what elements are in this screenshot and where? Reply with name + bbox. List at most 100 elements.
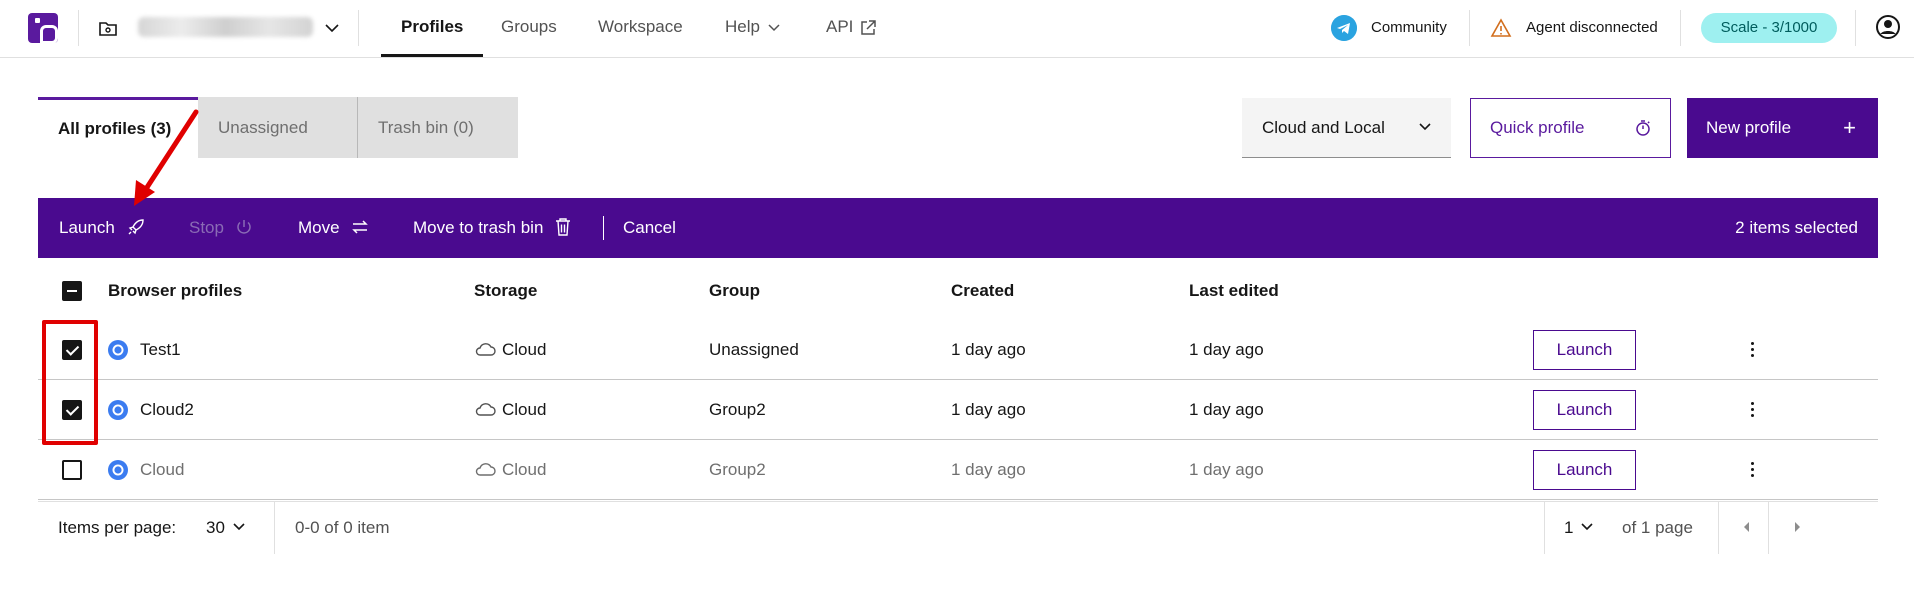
top-bar: Profiles Groups Workspace Help API Commu… — [0, 0, 1914, 58]
chevron-down-icon — [768, 23, 780, 31]
stop-button[interactable]: Stop — [189, 198, 253, 258]
item-range: 0-0 of 0 item — [295, 518, 390, 537]
page-value: 1 — [1564, 518, 1574, 537]
nav-workspace[interactable]: Workspace — [598, 0, 683, 57]
storage-filter-dropdown[interactable]: Cloud and Local — [1242, 98, 1451, 158]
nav-profiles[interactable]: Profiles — [381, 0, 484, 57]
caret-right-icon — [1795, 522, 1800, 533]
agent-status: Agent disconnected — [1526, 19, 1658, 36]
launch-button[interactable]: Launch — [59, 198, 146, 258]
divider — [1718, 502, 1719, 554]
tab-trash-bin[interactable]: Trash bin (0) — [358, 97, 518, 158]
new-profile-button[interactable]: New profile + — [1687, 98, 1878, 158]
divider — [274, 502, 275, 554]
warning-icon — [1490, 18, 1512, 37]
divider — [358, 10, 359, 46]
chrome-browser-icon — [108, 400, 128, 420]
group-cell: Group2 — [709, 400, 766, 419]
external-link-icon — [861, 19, 877, 35]
row-checkbox[interactable] — [62, 460, 82, 480]
stopwatch-icon — [1636, 120, 1650, 136]
workspace-name-blurred[interactable] — [138, 17, 313, 37]
storage-value: Cloud — [502, 460, 547, 479]
cancel-button[interactable]: Cancel — [623, 198, 676, 258]
profile-name[interactable]: Cloud2 — [140, 380, 194, 440]
previous-page-button[interactable] — [1736, 502, 1754, 554]
chevron-down-icon — [233, 523, 245, 531]
more-options-icon[interactable] — [1751, 342, 1755, 358]
storage-value: Cloud — [502, 340, 547, 359]
quick-profile-label: Quick profile — [1490, 118, 1585, 137]
scale-badge[interactable]: Scale - 3/1000 — [1701, 13, 1837, 43]
selection-count: 2 items selected — [1735, 218, 1858, 237]
table-row[interactable]: Cloud2 Cloud Group2 1 day ago 1 day ago … — [38, 380, 1878, 440]
community-link[interactable]: Community — [1371, 18, 1447, 38]
chevron-down-icon — [1581, 523, 1594, 531]
chrome-browser-icon — [108, 460, 128, 480]
storage-filter-value: Cloud and Local — [1262, 118, 1385, 137]
storage-cell: Cloud — [474, 320, 546, 380]
row-launch-button[interactable]: Launch — [1533, 390, 1636, 430]
chrome-browser-icon — [108, 340, 128, 360]
table-row[interactable]: Cloud Cloud Group2 1 day ago 1 day ago L… — [38, 440, 1878, 500]
storage-cell: Cloud — [474, 440, 546, 500]
chevron-down-icon[interactable] — [322, 18, 342, 38]
more-options-icon[interactable] — [1751, 462, 1755, 478]
stop-label: Stop — [189, 218, 224, 237]
cloud-icon — [475, 343, 496, 356]
rocket-icon — [128, 219, 144, 235]
items-per-page-value: 30 — [206, 518, 225, 537]
column-header-last-edited[interactable]: Last edited — [1189, 280, 1279, 302]
divider — [1855, 10, 1856, 46]
created-cell: 1 day ago — [951, 460, 1026, 479]
divider — [78, 10, 79, 46]
profile-name[interactable]: Test1 — [140, 320, 181, 380]
edited-cell: 1 day ago — [1189, 460, 1264, 479]
row-launch-button[interactable]: Launch — [1533, 330, 1636, 370]
group-cell: Group2 — [709, 460, 766, 479]
plus-icon: + — [1843, 115, 1856, 140]
page-select[interactable]: 1 — [1564, 502, 1595, 554]
tab-unassigned[interactable]: Unassigned — [198, 97, 358, 158]
app-logo[interactable] — [28, 13, 58, 44]
move-to-trash-button[interactable]: Move to trash bin — [413, 198, 572, 258]
column-header-storage[interactable]: Storage — [474, 280, 537, 302]
divider — [1680, 10, 1681, 46]
arrows-swap-icon — [352, 220, 369, 234]
table-row[interactable]: Test1 Cloud Unassigned 1 day ago 1 day a… — [38, 320, 1878, 380]
nav-help[interactable]: Help — [725, 0, 782, 57]
edited-cell: 1 day ago — [1189, 340, 1264, 359]
more-options-icon[interactable] — [1751, 402, 1755, 418]
telegram-icon[interactable] — [1331, 15, 1357, 41]
storage-cell: Cloud — [474, 380, 546, 440]
pagination-bar: Items per page: 30 0-0 of 0 item 1 of 1 … — [38, 501, 1878, 554]
next-page-button[interactable] — [1786, 502, 1804, 554]
power-icon — [237, 220, 251, 234]
cloud-icon — [475, 463, 496, 476]
edited-cell: 1 day ago — [1189, 400, 1264, 419]
created-cell: 1 day ago — [951, 400, 1026, 419]
trash-icon — [556, 218, 571, 236]
items-per-page-label: Items per page: — [58, 518, 177, 537]
quick-profile-button[interactable]: Quick profile — [1470, 98, 1671, 158]
divider — [1469, 10, 1470, 46]
row-launch-button[interactable]: Launch — [1533, 450, 1636, 490]
folder-icon[interactable] — [98, 18, 118, 38]
batch-action-bar: Launch Stop Move Move to trash bin Cance… — [38, 198, 1878, 258]
column-header-group[interactable]: Group — [709, 280, 760, 302]
column-header-browser-profiles[interactable]: Browser profiles — [108, 280, 242, 302]
select-all-checkbox[interactable] — [62, 281, 82, 301]
tab-all-profiles[interactable]: All profiles (3) — [38, 97, 198, 158]
items-per-page-select[interactable]: 30 — [206, 502, 247, 554]
new-profile-label: New profile — [1706, 118, 1792, 137]
nav-groups[interactable]: Groups — [501, 0, 557, 57]
user-avatar-icon[interactable] — [1875, 14, 1901, 40]
profile-name[interactable]: Cloud — [140, 440, 184, 500]
cloud-icon — [475, 403, 496, 416]
launch-label: Launch — [59, 218, 115, 237]
chevron-down-icon — [1419, 123, 1431, 131]
move-button[interactable]: Move — [298, 198, 370, 258]
nav-api[interactable]: API — [826, 0, 877, 57]
nav-api-label: API — [826, 17, 854, 36]
column-header-created[interactable]: Created — [951, 280, 1014, 302]
